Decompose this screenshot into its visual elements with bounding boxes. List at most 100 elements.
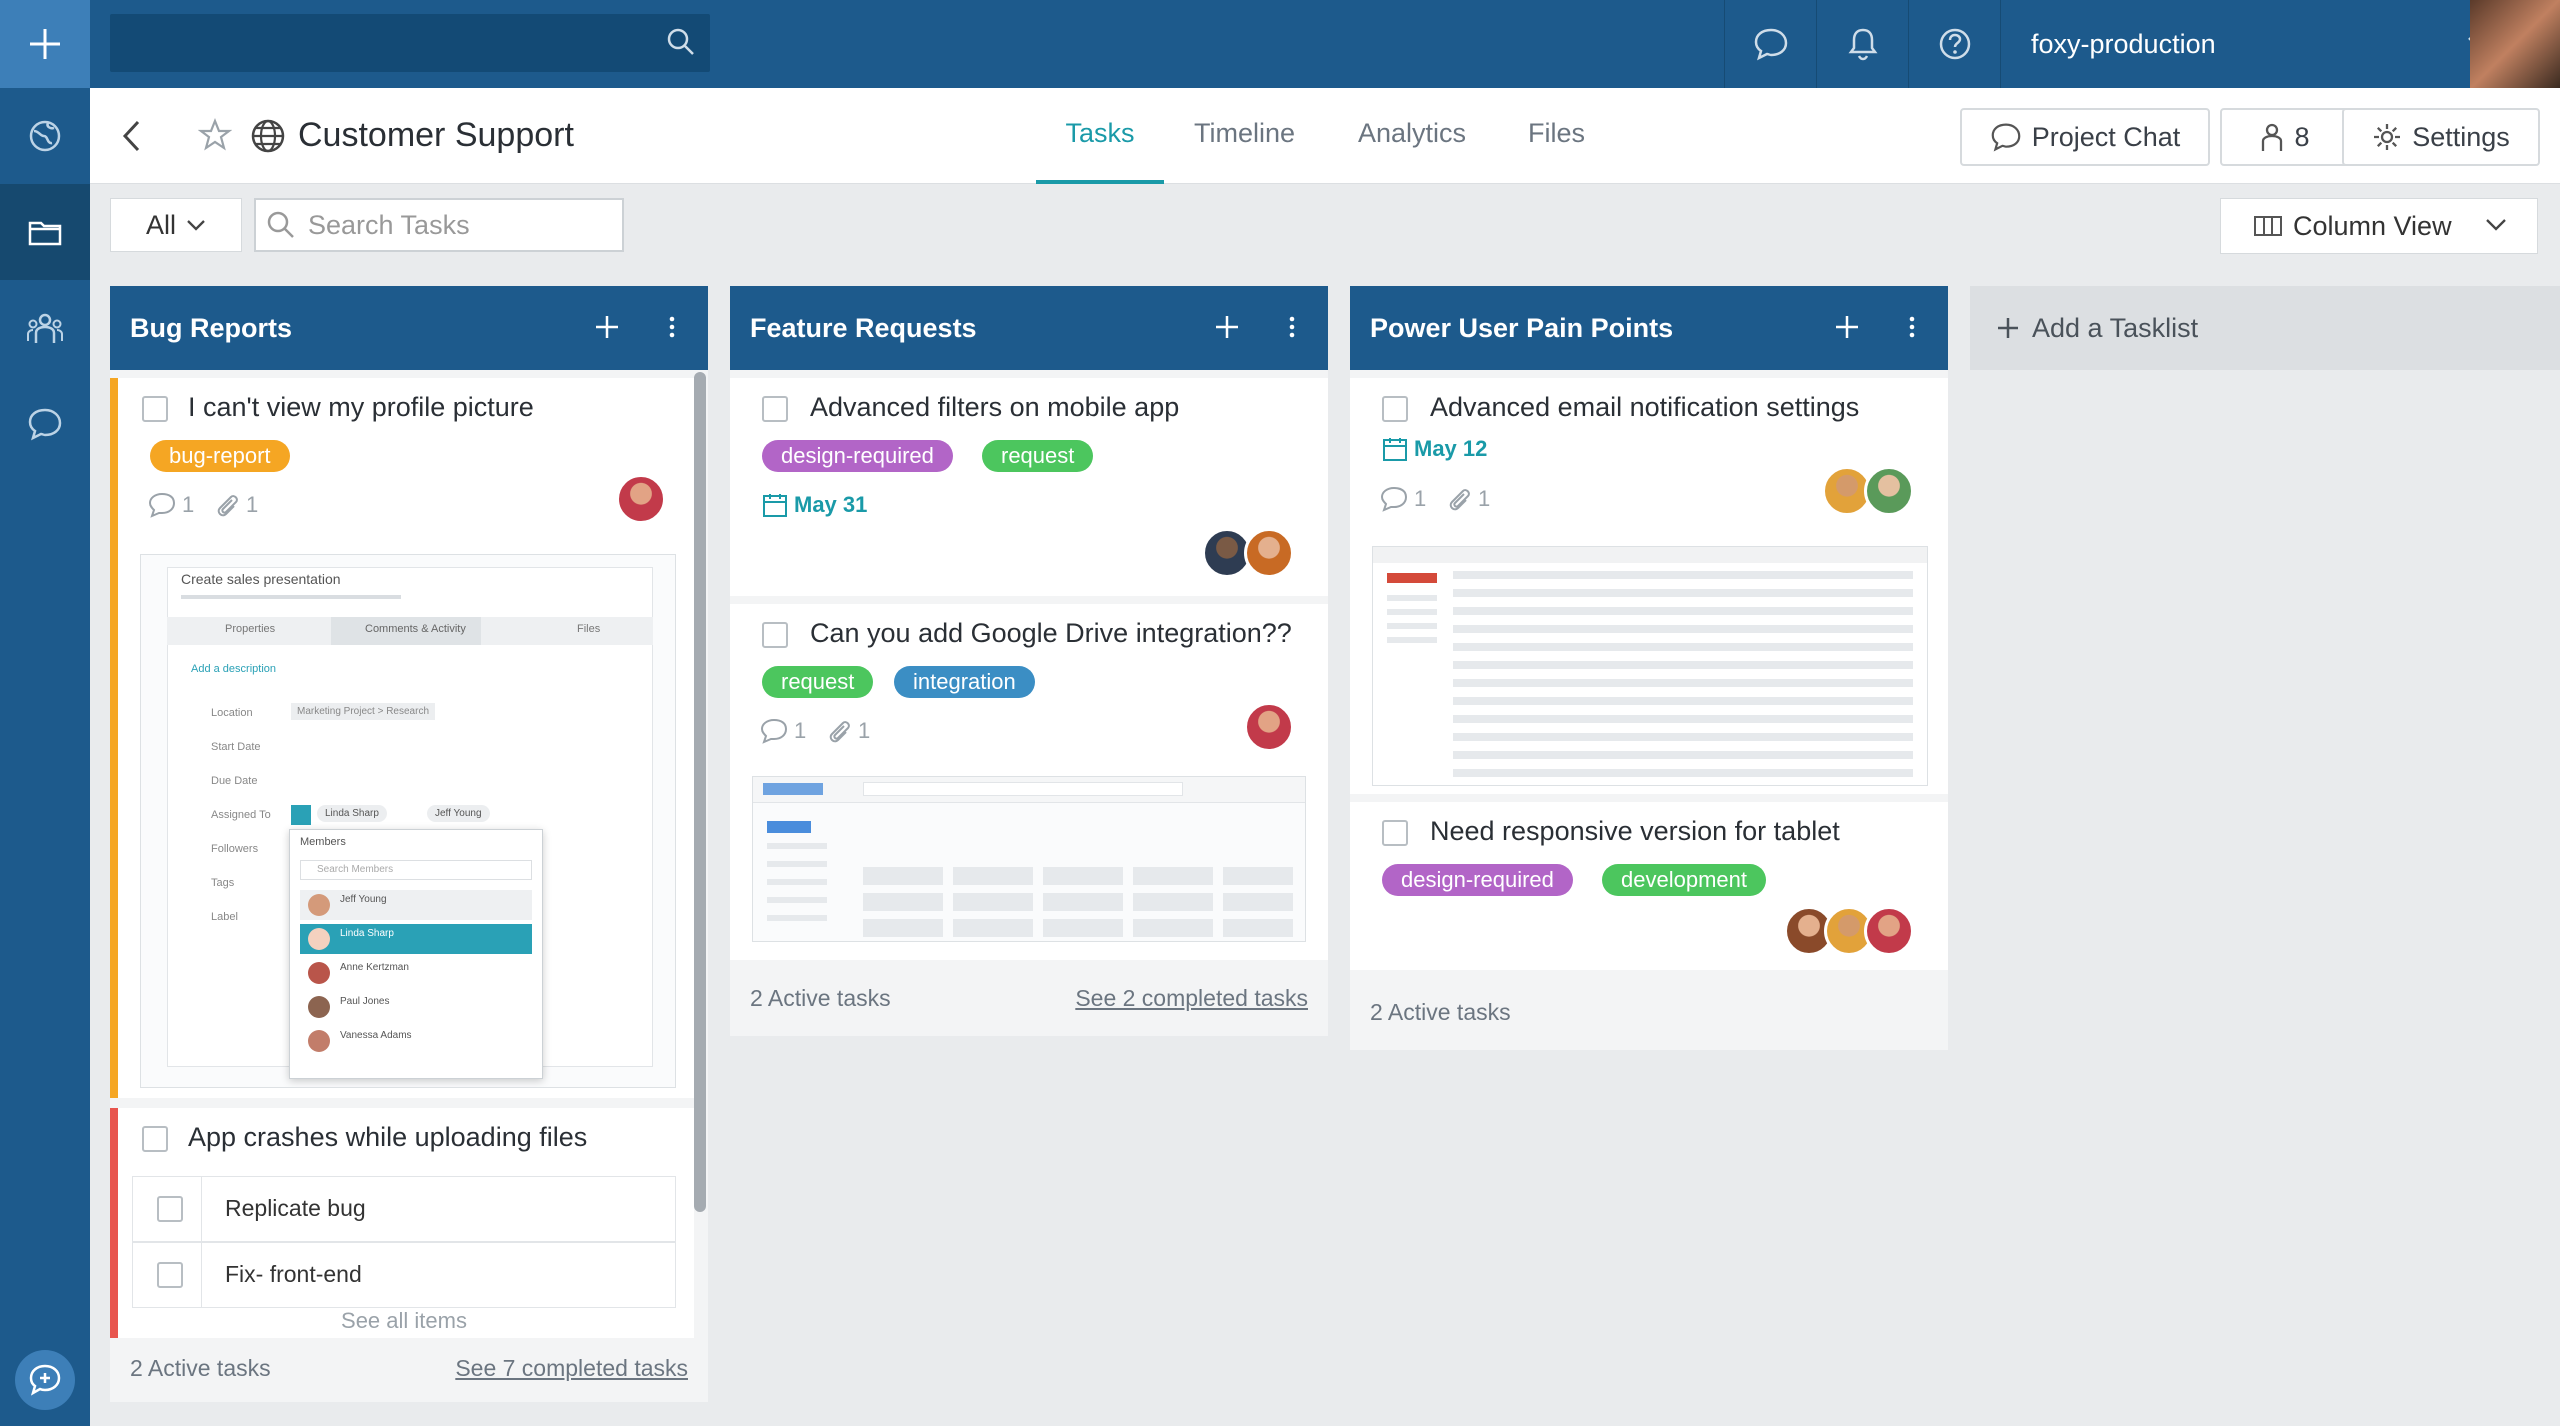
tasklist-footer: 2 Active tasks See 7 completed tasks — [110, 1332, 708, 1404]
chat-plus-icon — [29, 1364, 61, 1396]
star-icon[interactable] — [198, 118, 232, 152]
task-checkbox[interactable] — [762, 622, 788, 648]
add-tasklist-button[interactable]: Add a Tasklist — [1970, 286, 2560, 370]
task-title[interactable]: Advanced email notification settings — [1430, 392, 1859, 423]
attachment-count[interactable]: 1 — [826, 718, 870, 744]
attachment-thumbnail[interactable] — [1372, 546, 1928, 786]
more-icon[interactable] — [1908, 314, 1916, 340]
subtask-checkbox[interactable] — [157, 1262, 183, 1288]
back-arrow-icon[interactable] — [120, 118, 144, 154]
attachment-count[interactable]: 1 — [214, 492, 258, 518]
help-button[interactable] — [1908, 0, 2000, 88]
task-card[interactable]: I can't view my profile picture bug-repo… — [110, 378, 694, 1098]
thumb-task-title: Create sales presentation — [181, 571, 341, 587]
workspace-name: foxy-production — [2031, 28, 2216, 59]
tag-badge[interactable]: design-required — [762, 440, 953, 472]
global-search-input[interactable] — [110, 14, 710, 72]
task-title[interactable]: Can you add Google Drive integration?? — [810, 618, 1292, 649]
subtask-checkbox[interactable] — [157, 1196, 183, 1222]
attachment-thumbnail[interactable]: Create sales presentation Properties Com… — [140, 554, 676, 1088]
completed-link[interactable]: See 7 completed tasks — [455, 1355, 688, 1382]
rail-chat[interactable] — [0, 376, 90, 472]
tab-timeline[interactable]: Timeline — [1194, 118, 1295, 184]
thumb-field-label: Location — [211, 707, 253, 719]
task-search-input[interactable]: Search Tasks — [254, 198, 624, 252]
comment-count[interactable]: 1 — [760, 718, 806, 744]
assignee-avatar[interactable] — [1864, 906, 1914, 956]
person-icon — [2262, 123, 2283, 151]
task-title[interactable]: Advanced filters on mobile app — [810, 392, 1179, 423]
project-title: Customer Support — [298, 116, 574, 154]
task-card[interactable]: Advanced email notification settings May… — [1350, 378, 1948, 794]
tag-badge[interactable]: integration — [894, 666, 1035, 698]
tag-badge[interactable]: development — [1602, 864, 1766, 896]
members-button[interactable]: 8 — [2220, 108, 2350, 166]
add-task-icon[interactable] — [594, 314, 620, 340]
thumb-field-label: Label — [211, 911, 238, 923]
calendar-icon — [763, 494, 787, 517]
more-icon[interactable] — [1288, 314, 1296, 340]
comment-icon — [760, 718, 788, 744]
task-card[interactable]: Need responsive version for tablet desig… — [1350, 802, 1948, 970]
subtask-item[interactable]: Fix- front-end — [132, 1242, 676, 1309]
tab-tasks[interactable]: Tasks — [1036, 118, 1164, 184]
add-task-icon[interactable] — [1214, 314, 1240, 340]
comment-count[interactable]: 1 — [148, 492, 194, 518]
assignee-avatar[interactable] — [1244, 702, 1294, 752]
view-selector[interactable]: Column View — [2220, 198, 2538, 254]
filter-dropdown[interactable]: All — [110, 198, 242, 252]
comment-count[interactable]: 1 — [1380, 486, 1426, 512]
project-chat-button[interactable]: Project Chat — [1960, 108, 2210, 166]
user-avatar[interactable] — [2470, 0, 2560, 88]
tag-badge[interactable]: request — [982, 440, 1094, 472]
task-checkbox[interactable] — [762, 396, 788, 422]
task-title[interactable]: I can't view my profile picture — [188, 392, 534, 423]
due-date[interactable]: May 12 — [1382, 436, 1487, 462]
completed-link[interactable]: See 2 completed tasks — [1075, 985, 1308, 1012]
task-checkbox[interactable] — [142, 1126, 168, 1152]
paperclip-icon — [217, 495, 238, 517]
subtask-item[interactable]: Replicate bug — [132, 1176, 676, 1243]
assignee-avatar[interactable] — [616, 474, 666, 524]
rail-dashboard[interactable] — [0, 88, 90, 184]
workspace-selector[interactable]: foxy-production — [2000, 0, 2530, 88]
create-button[interactable] — [0, 0, 90, 88]
comment-count-value: 1 — [794, 718, 807, 743]
subtask-title: Fix- front-end — [225, 1261, 362, 1287]
notifications-button[interactable] — [1816, 0, 1908, 88]
rail-projects[interactable] — [0, 184, 90, 280]
thumb-tab: Properties — [225, 623, 276, 635]
due-date-value: May 12 — [1414, 436, 1488, 461]
assignee-avatar[interactable] — [1864, 466, 1914, 516]
task-title[interactable]: Need responsive version for tablet — [1430, 816, 1840, 847]
messages-button[interactable] — [1724, 0, 1816, 88]
tab-analytics[interactable]: Analytics — [1358, 118, 1466, 184]
task-card[interactable]: Advanced filters on mobile app design-re… — [730, 378, 1328, 596]
help-chat-button[interactable] — [15, 1350, 75, 1410]
task-card[interactable]: Can you add Google Drive integration?? r… — [730, 604, 1328, 960]
more-icon[interactable] — [668, 314, 676, 340]
tag-badge[interactable]: bug-report — [150, 440, 290, 472]
task-checkbox[interactable] — [1382, 820, 1408, 846]
tag-badge[interactable]: design-required — [1382, 864, 1573, 896]
thumb-field-label: Followers — [211, 843, 259, 855]
add-task-icon[interactable] — [1834, 314, 1860, 340]
globe-icon — [251, 119, 285, 153]
due-date[interactable]: May 31 — [762, 492, 867, 518]
settings-button[interactable]: Settings — [2342, 108, 2540, 166]
attachment-thumbnail[interactable] — [752, 776, 1306, 942]
members-count: 8 — [2294, 121, 2310, 152]
attachment-count[interactable]: 1 — [1446, 486, 1490, 512]
tasklist-footer: 2 Active tasks — [1350, 976, 1948, 1048]
scrollbar[interactable] — [694, 372, 706, 1212]
assignee-avatar[interactable] — [1244, 528, 1294, 578]
chat-icon — [1991, 123, 2021, 152]
tag-badge[interactable]: request — [762, 666, 874, 698]
settings-label: Settings — [2412, 121, 2510, 152]
rail-people[interactable] — [0, 280, 90, 376]
task-checkbox[interactable] — [1382, 396, 1408, 422]
tab-files[interactable]: Files — [1528, 118, 1585, 184]
task-title[interactable]: App crashes while uploading files — [188, 1122, 587, 1153]
add-tasklist-label: Add a Tasklist — [2032, 312, 2199, 343]
task-checkbox[interactable] — [142, 396, 168, 422]
